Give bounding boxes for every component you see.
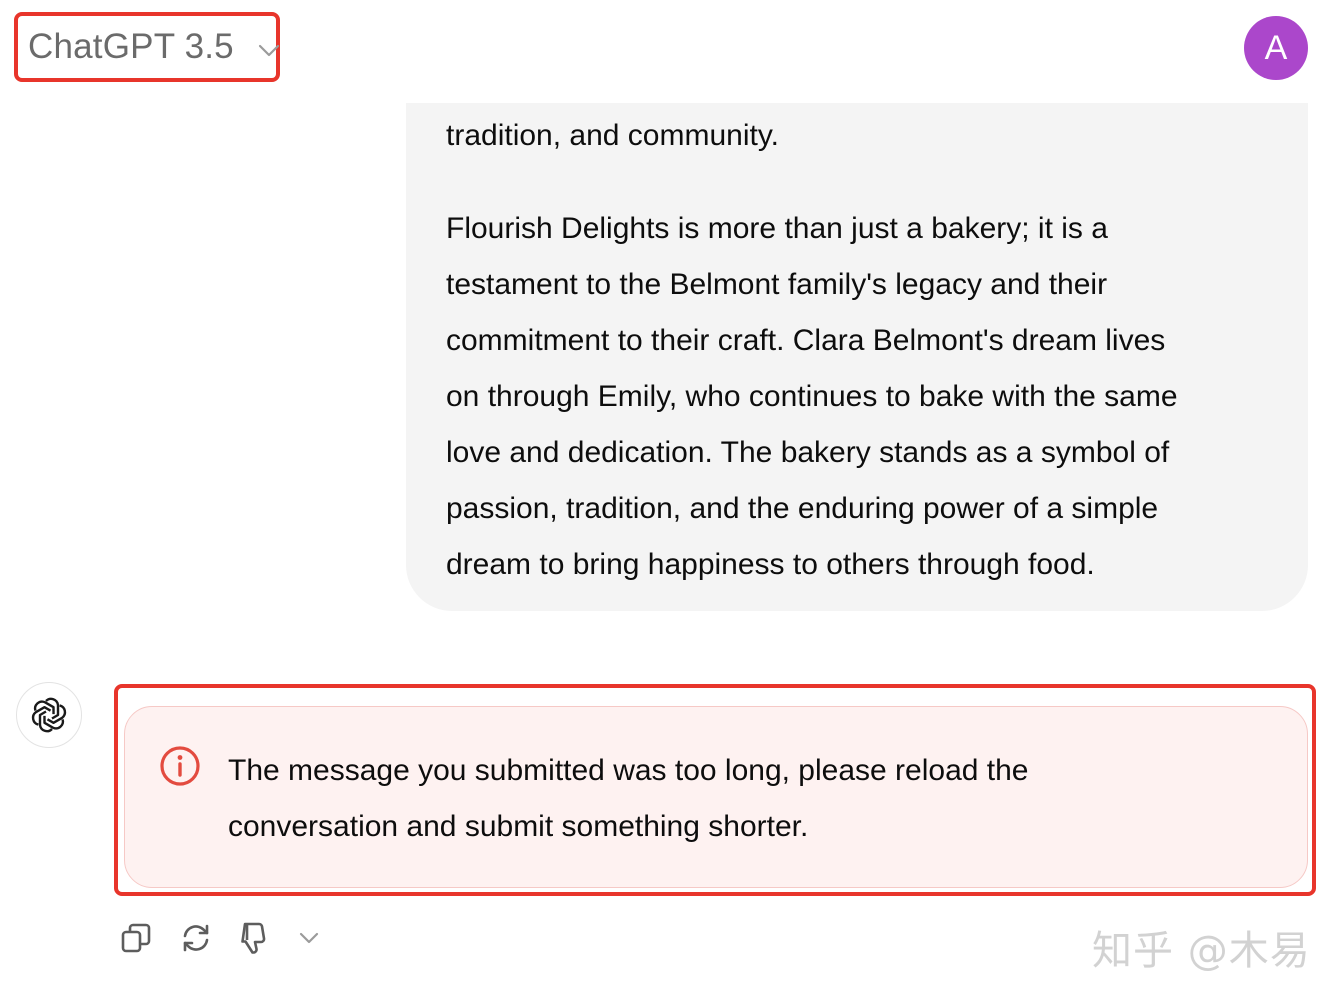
text-line: Flourish Delights is more than just a ba… [446, 212, 1108, 245]
watermark: 知乎 @木易 [1092, 928, 1311, 974]
text-line: love and dedication. The bakery stands a… [446, 436, 1170, 469]
copy-button[interactable] [118, 918, 154, 958]
text-line: commitment to their craft. Clara Belmont… [446, 324, 1166, 357]
error-message-text: The message you submitted was too long, … [228, 743, 1028, 855]
text-line: tradition, and community. [446, 119, 779, 152]
model-name: ChatGPT 3.5 [28, 27, 234, 66]
copy-icon [121, 923, 151, 953]
user-message-paragraph: Flourish Delights is more than just a ba… [446, 201, 1178, 593]
more-options-button[interactable] [294, 918, 324, 958]
regenerate-button[interactable] [178, 918, 214, 958]
text-line: testament to the Belmont family's legacy… [446, 268, 1108, 301]
text-line: dream to bring happiness to others throu… [446, 548, 1095, 581]
text-line: passion, tradition, and the enduring pow… [446, 492, 1159, 525]
user-message-bubble: tradition, and community. Flourish Delig… [406, 103, 1308, 611]
chat-page: ChatGPT 3.5 A tradition, and community. … [0, 0, 1340, 1000]
text-line: conversation and submit something shorte… [228, 810, 809, 843]
thumbs-down-icon [241, 922, 266, 954]
text-line: The message you submitted was too long, … [228, 754, 1029, 787]
regenerate-icon [183, 924, 209, 952]
user-avatar[interactable]: A [1244, 16, 1308, 80]
thumbs-down-button[interactable] [238, 918, 274, 958]
chevron-down-icon [299, 932, 319, 944]
chevron-down-icon [258, 44, 280, 57]
model-selector-button[interactable]: ChatGPT 3.5 [14, 12, 280, 82]
user-message-paragraph: tradition, and community. [446, 108, 779, 164]
text-line: on through Emily, who continues to bake … [446, 380, 1178, 413]
info-circle-icon [160, 746, 200, 786]
assistant-avatar [16, 682, 82, 748]
openai-logo-icon [31, 697, 67, 733]
